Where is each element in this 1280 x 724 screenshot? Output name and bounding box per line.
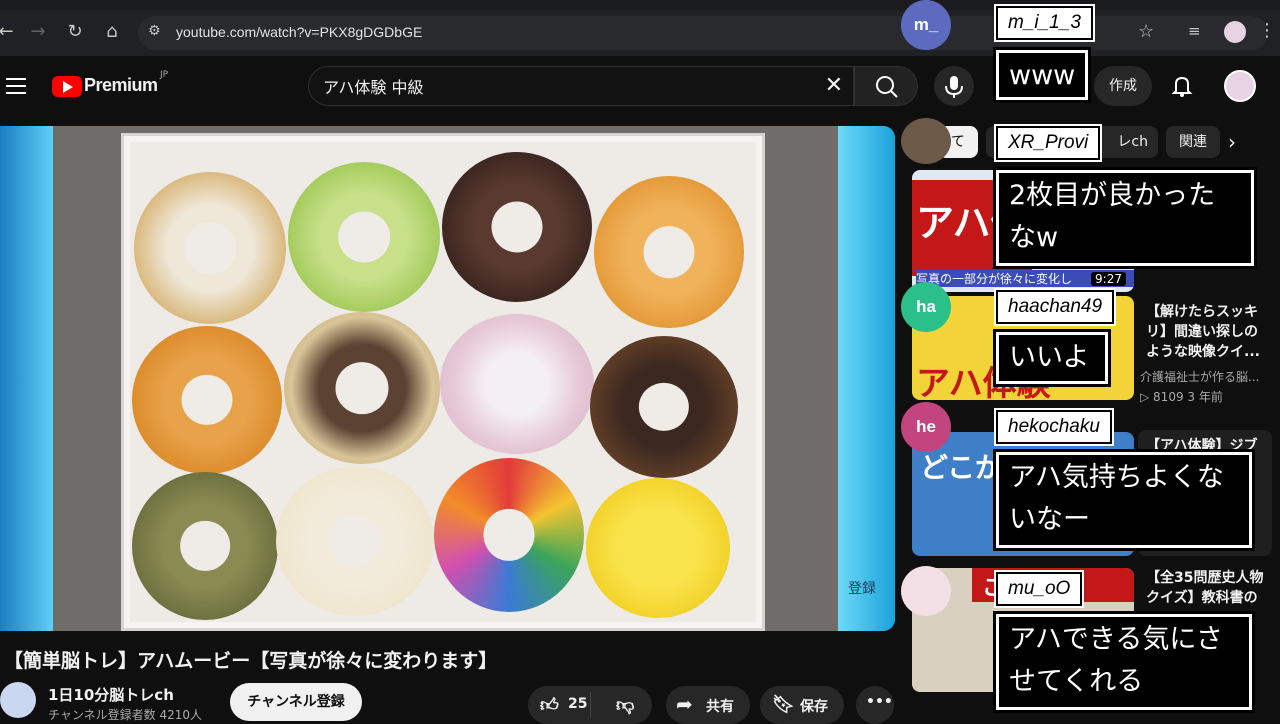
- more-actions-button[interactable]: •••: [856, 686, 894, 724]
- chat-avatar-5: [901, 566, 951, 616]
- donut-almond-chocolate: [284, 312, 440, 464]
- youtube-header: Premium JP ✕ 作成: [0, 56, 1280, 116]
- star-icon[interactable]: ☆: [1138, 21, 1154, 42]
- profile-icon[interactable]: [1224, 21, 1246, 43]
- create-button[interactable]: 作成: [1094, 66, 1152, 106]
- url-text: youtube.com/watch?v=PKX8gDGDbGE: [176, 24, 423, 40]
- search-button[interactable]: [854, 66, 918, 106]
- donut-box: [121, 133, 765, 631]
- more-icon: •••: [866, 694, 893, 710]
- donut-chocolate: [442, 152, 592, 302]
- share-button[interactable]: ➦ 共有: [666, 686, 750, 724]
- donut-caramel-crunch: [594, 176, 744, 328]
- chat-avatar-4: he: [901, 402, 951, 452]
- site-info-icon[interactable]: ⚙: [148, 23, 161, 39]
- chat-message-2: 2枚目が良かったなw: [993, 167, 1257, 269]
- rec-title-2[interactable]: 【解けたらスッキリ】間違い探しのような映像クイ...: [1146, 302, 1270, 362]
- chevron-right-icon[interactable]: ›: [1228, 130, 1236, 154]
- share-label: 共有: [706, 699, 734, 715]
- clear-search-icon[interactable]: ✕: [825, 73, 843, 98]
- address-bar[interactable]: ⚙ youtube.com/watch?v=PKX8gDGDbGE ☆ ≡ ⋮: [138, 16, 1276, 50]
- save-label: 保存: [800, 699, 828, 715]
- chat-name-3: haachan49: [993, 288, 1117, 326]
- playlist-icon[interactable]: ≡: [1188, 22, 1201, 40]
- chat-message-4: アハ気持ちよくないなー: [993, 449, 1255, 551]
- like-count[interactable]: 25: [568, 696, 587, 712]
- chat-avatar-3: ha: [901, 282, 951, 332]
- share-icon: ➦: [676, 692, 693, 716]
- brand-label: Premium: [84, 75, 158, 95]
- microphone-icon: [945, 76, 963, 98]
- voice-search-button[interactable]: [934, 66, 974, 106]
- chat-name-4: hekochaku: [994, 408, 1114, 446]
- chat-message-3: いいよ: [993, 329, 1111, 387]
- hamburger-menu-icon[interactable]: [6, 78, 26, 94]
- video-title: 【簡単脳トレ】アハムービー【写真が徐々に変わります】: [4, 650, 498, 672]
- reload-icon[interactable]: ↻: [63, 20, 87, 44]
- menu-icon[interactable]: ⋮: [1258, 20, 1276, 41]
- forward-icon[interactable]: →: [26, 20, 50, 44]
- donut-cream-filled: [440, 314, 594, 454]
- subscribe-watermark[interactable]: 登録: [848, 578, 876, 598]
- like-dislike-group: 👍︎ 25 👎︎: [528, 686, 652, 724]
- donut-matcha: [132, 472, 278, 620]
- chat-avatar-1: m_: [901, 0, 951, 50]
- chat-message-5: アハできる気にさせてくれる: [993, 611, 1255, 713]
- youtube-logo-icon[interactable]: [52, 76, 82, 97]
- donut-sprinkles: [434, 458, 584, 612]
- donut-chocolate-nut: [590, 336, 738, 478]
- donut-chocolate-chip: [134, 172, 286, 324]
- player-background-right: [838, 126, 895, 631]
- donut-yellow-coconut: [586, 478, 730, 618]
- thumb-text: どこが: [920, 451, 1004, 484]
- chip-related[interactable]: 関連: [1166, 126, 1220, 158]
- channel-avatar[interactable]: [0, 682, 36, 718]
- divider: [590, 692, 591, 718]
- bell-icon: [1171, 76, 1193, 97]
- thumbs-up-icon[interactable]: 👍︎: [540, 694, 559, 716]
- video-player[interactable]: 登録: [0, 126, 895, 631]
- chat-name-2: XR_Provi: [993, 124, 1103, 162]
- rec-title-4[interactable]: 【全35問歴史人物クイズ】教科書の: [1146, 568, 1270, 608]
- search-box: ✕: [308, 66, 854, 106]
- region-label: JP: [160, 70, 169, 80]
- rec-channel-2[interactable]: 介護福祉士が作る脳...: [1140, 368, 1259, 385]
- donut-white-chocolate: [276, 466, 434, 616]
- save-button[interactable]: 🔖︎ 保存: [760, 686, 844, 724]
- chat-message-1: www: [993, 47, 1091, 103]
- search-input[interactable]: [323, 75, 823, 97]
- notifications-button[interactable]: [1168, 72, 1196, 100]
- donut-almond-green: [288, 162, 440, 312]
- subscribe-button[interactable]: チャンネル登録: [230, 683, 362, 721]
- duration-badge: 9:27: [1091, 272, 1126, 286]
- channel-name[interactable]: 1日10分脳トレch: [48, 684, 174, 705]
- back-icon[interactable]: ←: [0, 20, 18, 44]
- chat-name-5: mu_oO: [993, 570, 1085, 608]
- chat-name-1: m_i_1_3: [994, 4, 1095, 42]
- chat-avatar-2: [901, 118, 951, 164]
- account-avatar[interactable]: [1224, 70, 1256, 102]
- thumbs-down-icon[interactable]: 👎︎: [616, 694, 634, 716]
- player-background-left: [0, 126, 53, 631]
- rec-meta-2: ▷ 8109 3 年前: [1140, 390, 1223, 404]
- channel-subscriber-count: チャンネル登録者数 4210人: [48, 708, 202, 722]
- bookmark-icon: 🔖︎: [772, 694, 795, 715]
- donut-glazed-stripe: [132, 326, 282, 474]
- search-icon: [876, 76, 898, 98]
- home-icon[interactable]: ⌂: [100, 20, 124, 44]
- video-frame: [53, 126, 838, 631]
